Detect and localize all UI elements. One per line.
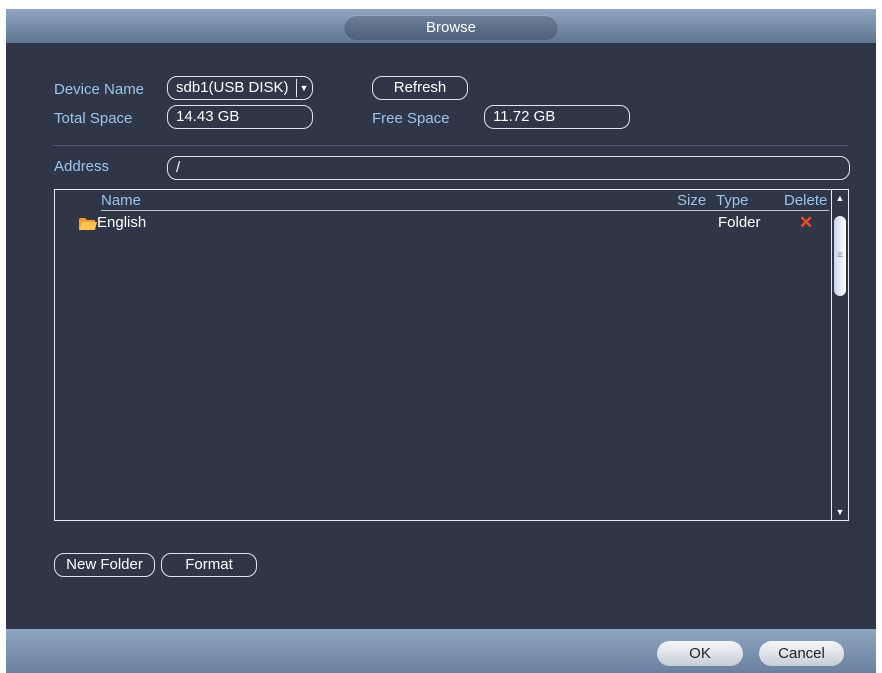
format-button[interactable]: Format bbox=[161, 553, 257, 577]
scrollbar[interactable]: ▲ ≡ ▼ bbox=[831, 190, 848, 520]
column-header-size[interactable]: Size bbox=[677, 193, 706, 209]
chevron-down-icon[interactable]: ▼ bbox=[296, 79, 311, 97]
column-header-name[interactable]: Name bbox=[101, 193, 141, 209]
device-name-select[interactable]: sdb1(USB DISK) ▼ bbox=[167, 76, 313, 100]
cancel-button[interactable]: Cancel bbox=[759, 641, 844, 666]
free-space-label: Free Space bbox=[372, 110, 450, 127]
device-name-value: sdb1(USB DISK) bbox=[176, 79, 289, 96]
address-label: Address bbox=[54, 158, 110, 175]
title-bar: Browse bbox=[6, 9, 876, 43]
address-input[interactable]: / bbox=[167, 156, 850, 180]
refresh-button[interactable]: Refresh bbox=[372, 76, 468, 100]
device-name-label: Device Name bbox=[54, 81, 145, 98]
new-folder-button[interactable]: New Folder bbox=[54, 553, 155, 577]
row-name: English bbox=[97, 214, 147, 231]
folder-icon bbox=[79, 218, 97, 230]
dialog-title: Browse bbox=[344, 15, 558, 40]
total-space-label: Total Space bbox=[54, 110, 133, 127]
total-space-field: 14.43 GB bbox=[167, 105, 313, 129]
delete-x-icon[interactable]: ✕ bbox=[799, 214, 813, 232]
bottom-bar: OK Cancel bbox=[6, 629, 876, 673]
ok-button[interactable]: OK bbox=[657, 641, 743, 666]
free-space-field: 11.72 GB bbox=[484, 105, 630, 129]
header-underline bbox=[101, 210, 829, 211]
divider bbox=[52, 145, 848, 146]
browse-dialog: Browse Device Name sdb1(USB DISK) ▼ Refr… bbox=[6, 9, 876, 673]
file-list: Name Size Type Delete English Folder ✕ ▲… bbox=[54, 189, 849, 521]
column-header-delete[interactable]: Delete bbox=[784, 193, 827, 209]
scroll-up-icon[interactable]: ▲ bbox=[832, 190, 848, 206]
scrollbar-thumb[interactable]: ≡ bbox=[834, 216, 846, 296]
row-type: Folder bbox=[718, 214, 761, 231]
column-header-type[interactable]: Type bbox=[716, 193, 749, 209]
scroll-down-icon[interactable]: ▼ bbox=[832, 504, 848, 520]
